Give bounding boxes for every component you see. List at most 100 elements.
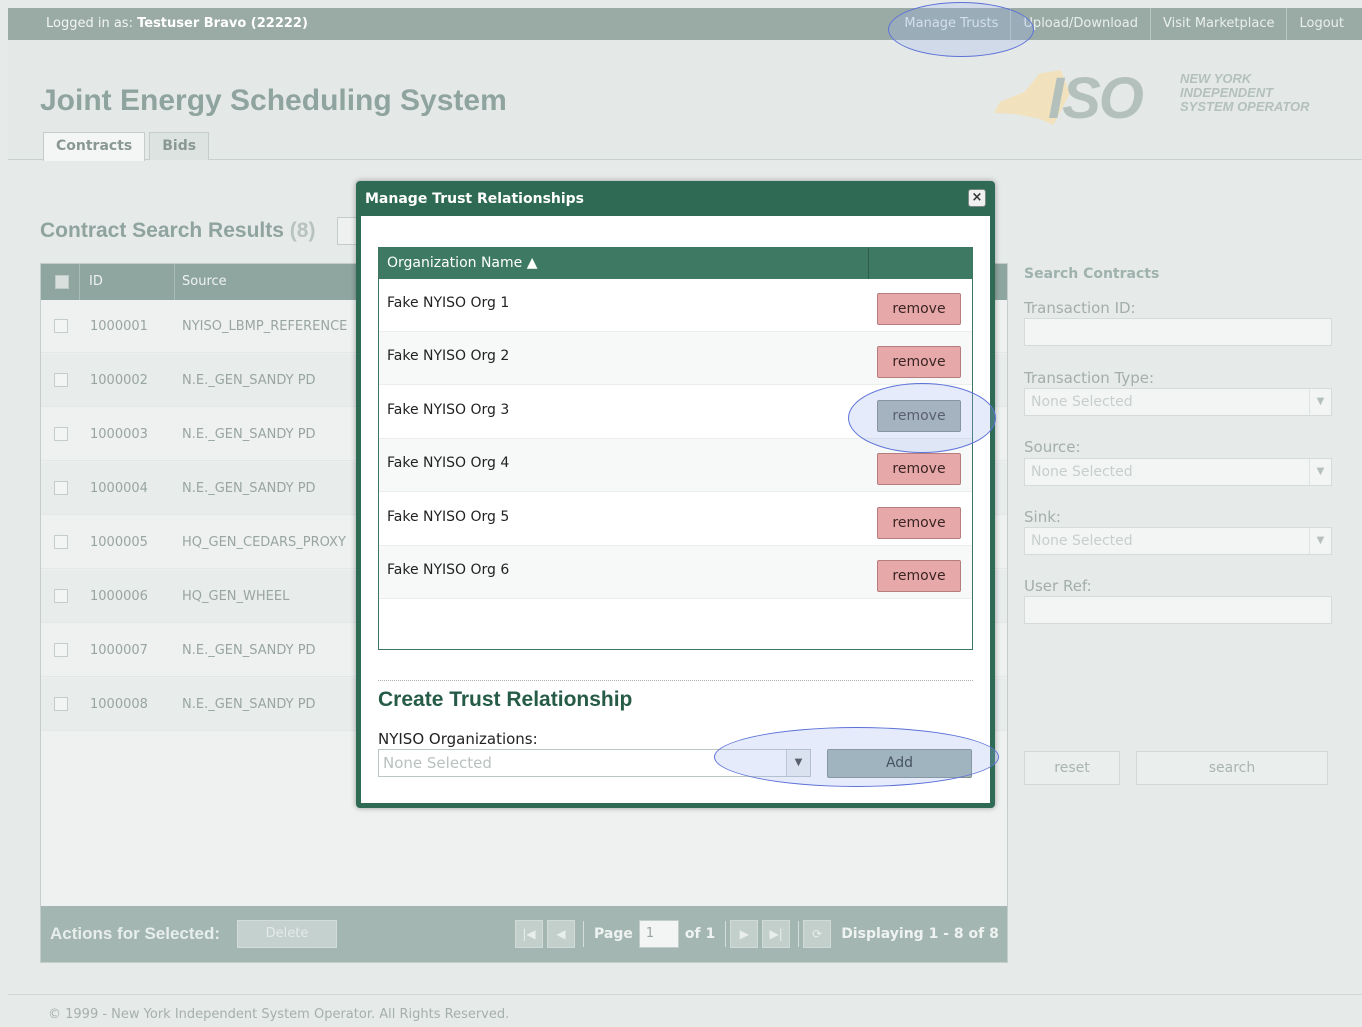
org-name: Fake NYISO Org 5 (387, 509, 510, 525)
list-item: Fake NYISO Org 1 remove (379, 279, 972, 332)
nyiso-logo: ISO NEW YORK INDEPENDENT SYSTEM OPERATOR (994, 64, 1354, 134)
page-footer: © 1999 - New York Independent System Ope… (8, 994, 1362, 1027)
pager-divider (798, 921, 800, 947)
row-checkbox[interactable] (54, 589, 68, 603)
row-id: 1000008 (90, 697, 148, 712)
logo-mark: ISO (1048, 66, 1144, 131)
manage-trust-dialog: Manage Trust Relationships × Organizatio… (356, 181, 995, 808)
nyiso-organizations-select[interactable]: None Selected ▼ (378, 749, 811, 777)
transaction-type-label: Transaction Type: (1024, 369, 1155, 387)
trust-grid-header: Organization Name ▲ (379, 248, 972, 279)
nav-upload-download[interactable]: Upload/Download (1010, 8, 1150, 40)
logo-line-3: SYSTEM OPERATOR (1180, 99, 1310, 114)
remove-button[interactable]: remove (877, 453, 961, 485)
displaying-label: Displaying 1 - 8 of 8 (841, 926, 999, 942)
remove-button[interactable]: remove (877, 560, 961, 592)
results-toggle-button[interactable] (337, 217, 357, 245)
page-label: Page (594, 926, 633, 942)
user-ref-input[interactable] (1024, 596, 1332, 624)
chevron-down-icon: ▼ (1309, 528, 1331, 554)
org-name: Fake NYISO Org 1 (387, 295, 510, 311)
transaction-type-select[interactable]: None Selected ▼ (1024, 388, 1332, 416)
row-checkbox[interactable] (54, 373, 68, 387)
logo-line-1: NEW YORK (1180, 71, 1252, 86)
column-header-source[interactable]: Source (182, 264, 227, 300)
page-of-label: of 1 (684, 926, 716, 942)
tab-bids[interactable]: Bids (149, 132, 210, 160)
nav-manage-trusts[interactable]: Manage Trusts (892, 8, 1010, 40)
transaction-id-input[interactable] (1024, 318, 1332, 346)
transaction-id-label: Transaction ID: (1024, 299, 1136, 317)
row-source: N.E._GEN_SANDY PD (182, 643, 316, 658)
search-panel-title: Search Contracts (1024, 266, 1160, 282)
chevron-down-icon[interactable]: ▼ (786, 750, 810, 776)
column-header-organization-name[interactable]: Organization Name ▲ (387, 248, 537, 279)
org-name: Fake NYISO Org 6 (387, 562, 510, 578)
row-source: N.E._GEN_SANDY PD (182, 427, 316, 442)
pager: |◀ ◀ Page 1 of 1 ▶ ▶| ⟳ Displaying 1 - 8… (515, 906, 1005, 962)
actions-label: Actions for Selected: (50, 924, 221, 943)
row-id: 1000003 (90, 427, 148, 442)
row-source: HQ_GEN_WHEEL (182, 589, 290, 604)
user-ref-label: User Ref: (1024, 577, 1092, 595)
row-source: HQ_GEN_CEDARS_PROXY (182, 535, 346, 550)
remove-button[interactable]: remove (877, 507, 961, 539)
row-checkbox[interactable] (54, 535, 68, 549)
sink-select[interactable]: None Selected ▼ (1024, 527, 1332, 555)
source-select[interactable]: None Selected ▼ (1024, 458, 1332, 486)
column-header-id[interactable]: ID (89, 264, 103, 300)
row-checkbox[interactable] (54, 697, 68, 711)
list-item: Fake NYISO Org 3 remove (379, 386, 972, 439)
nav-visit-marketplace[interactable]: Visit Marketplace (1149, 8, 1287, 40)
list-item: Fake NYISO Org 2 remove (379, 332, 972, 385)
page-input[interactable]: 1 (638, 920, 679, 948)
nav-logout[interactable]: Logout (1286, 8, 1356, 40)
row-source: N.E._GEN_SANDY PD (182, 373, 316, 388)
logo-org-name: NEW YORK INDEPENDENT SYSTEM OPERATOR (1180, 72, 1310, 114)
top-nav: Manage Trusts Upload/Download Visit Mark… (892, 8, 1356, 40)
remove-button[interactable]: remove (877, 293, 961, 325)
results-count: (8) (289, 219, 316, 242)
results-title: Contract Search Results (8) (40, 219, 315, 243)
row-source: N.E._GEN_SANDY PD (182, 697, 316, 712)
dialog-title-bar: Manage Trust Relationships × (361, 186, 990, 216)
row-id: 1000001 (90, 319, 148, 334)
prev-page-icon[interactable]: ◀ (547, 920, 575, 948)
last-page-icon[interactable]: ▶| (762, 920, 791, 948)
dialog-title: Manage Trust Relationships (365, 191, 585, 207)
add-button[interactable]: Add (827, 749, 972, 778)
row-id: 1000007 (90, 643, 148, 658)
results-title-text: Contract Search Results (40, 219, 284, 242)
delete-button[interactable]: Delete (237, 920, 337, 948)
row-id: 1000002 (90, 373, 148, 388)
remove-button[interactable]: remove (877, 346, 961, 378)
column-separator (868, 248, 869, 279)
tab-contracts[interactable]: Contracts (43, 132, 146, 161)
next-page-icon[interactable]: ▶ (730, 920, 759, 948)
org-name: Fake NYISO Org 4 (387, 455, 510, 471)
row-checkbox[interactable] (54, 427, 68, 441)
login-info: Logged in as: Testuser Bravo (22222) (46, 16, 308, 31)
list-item: Fake NYISO Org 6 remove (379, 546, 972, 599)
copyright-text: © 1999 - New York Independent System Ope… (48, 1007, 510, 1022)
reset-button[interactable]: reset (1024, 751, 1120, 785)
trust-org-grid: Organization Name ▲ Fake NYISO Org 1 rem… (378, 247, 973, 650)
source-label: Source: (1024, 438, 1081, 456)
refresh-icon[interactable]: ⟳ (803, 920, 832, 948)
close-icon[interactable]: × (968, 189, 986, 207)
pager-divider (583, 921, 584, 947)
chevron-down-icon: ▼ (1309, 459, 1331, 485)
row-checkbox[interactable] (54, 319, 68, 333)
transaction-type-value: None Selected (1031, 394, 1133, 410)
org-name: Fake NYISO Org 2 (387, 348, 510, 364)
row-checkbox[interactable] (54, 481, 68, 495)
first-page-icon[interactable]: |◀ (515, 920, 543, 948)
top-bar: Logged in as: Testuser Bravo (22222) Man… (8, 8, 1362, 40)
remove-button[interactable]: remove (877, 400, 961, 432)
logo-line-2: INDEPENDENT (1180, 85, 1274, 100)
nyiso-organizations-label: NYISO Organizations: (378, 730, 538, 748)
search-button[interactable]: search (1136, 751, 1328, 785)
sink-value: None Selected (1031, 533, 1133, 549)
select-all-checkbox[interactable] (55, 275, 69, 289)
row-checkbox[interactable] (54, 643, 68, 657)
